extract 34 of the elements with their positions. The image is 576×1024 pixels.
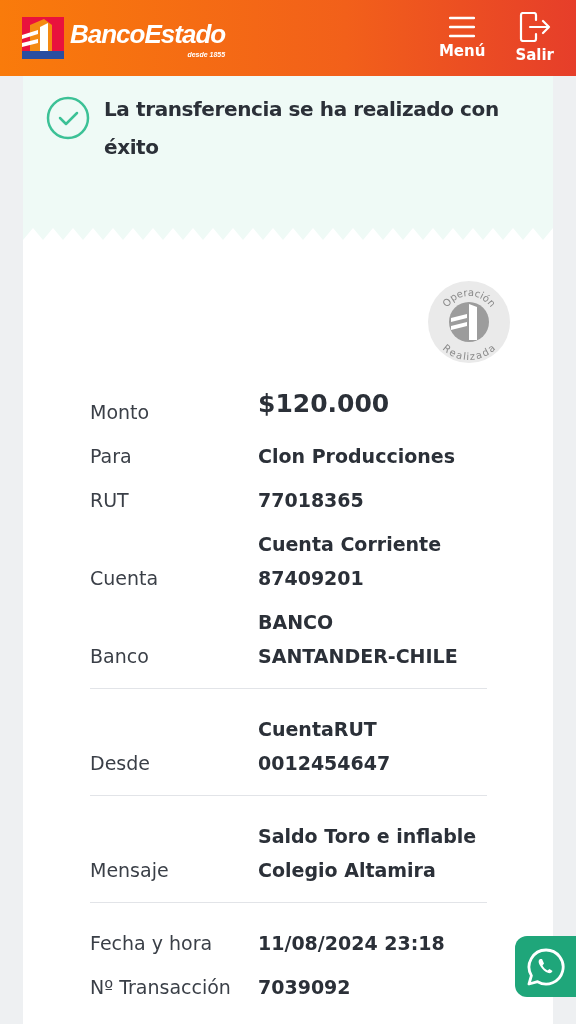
menu-icon — [449, 16, 476, 38]
field-value: 0012454647 — [258, 751, 391, 776]
field-label: Desde — [90, 751, 151, 776]
field-value: 77018365 — [258, 488, 364, 513]
logo-icon — [22, 17, 64, 59]
exit-button[interactable]: Salir — [515, 12, 554, 64]
field-value: 11/08/2024 23:18 — [258, 931, 445, 956]
check-circle-icon — [46, 96, 90, 140]
field-value: Saldo Toro e inflable — [258, 824, 477, 849]
field-value: Colegio Altamira — [258, 858, 437, 883]
field-value: Cuenta Corriente — [258, 532, 442, 557]
field-label: Banco — [90, 644, 150, 669]
stamp-label: Realizada — [440, 342, 498, 363]
field-label: Mensaje — [90, 858, 170, 883]
field-label: Para — [90, 444, 133, 469]
whatsapp-button[interactable] — [515, 936, 576, 997]
field-label: RUT — [90, 488, 130, 513]
field-label: Cuenta — [90, 566, 160, 591]
brand-name: BancoEstado — [70, 18, 226, 50]
success-message: La transferencia se ha realizado con éxito — [104, 96, 500, 161]
field-value: SANTANDER-CHILE — [258, 644, 458, 669]
field-value: 87409201 — [258, 566, 365, 591]
exit-icon — [518, 12, 551, 42]
chat-bubble-icon — [525, 946, 566, 987]
field-value: $120.000 — [258, 388, 390, 420]
stamp-label: Operación — [440, 286, 498, 309]
menu-button[interactable]: Menú — [438, 16, 486, 60]
field-value: 7039092 — [258, 975, 351, 1000]
field-label: Monto — [90, 400, 151, 425]
field-value: Clon Producciones — [258, 444, 455, 469]
field-label: Fecha y hora — [90, 931, 214, 956]
field-value: BANCO — [258, 610, 335, 635]
field-value: CuentaRUT — [258, 717, 378, 742]
field-label: Nº Transacción — [90, 975, 232, 1000]
